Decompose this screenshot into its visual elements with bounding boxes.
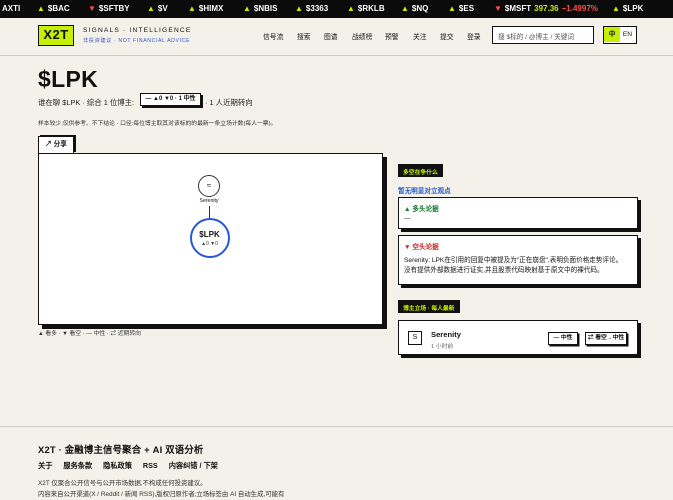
summary-text: 谁在聊 $LPK · 综合 1 位博主:: [38, 98, 135, 107]
ticker-price: 397.36: [534, 4, 559, 13]
footer-title: X2T · 金融博主信号聚合 + AI 双语分析: [38, 444, 204, 455]
lang-en-button[interactable]: EN: [620, 27, 635, 42]
nav-item-follow[interactable]: 关注: [413, 31, 427, 41]
bear-case-title: ▼ 空头论据: [404, 244, 439, 251]
tagline: SIGNALS · INTELLIGENCE: [83, 27, 192, 34]
blogger-node-icon[interactable]: ≈: [198, 175, 220, 197]
ticker-item[interactable]: ▲ $V: [147, 4, 168, 13]
debate-section-label: 多空在争什么: [398, 164, 443, 177]
bull-case-title: ▲ 多头论据: [404, 206, 439, 213]
up-arrow-icon: ▲: [612, 4, 620, 13]
footer-link-privacy[interactable]: 隐私政策: [103, 461, 132, 470]
ticker-item[interactable]: ▼ $SFTBY: [88, 4, 130, 13]
shift-count-text: · 1 人近期转向: [205, 98, 253, 107]
ticker-node-label: $LPK: [199, 230, 220, 239]
bear-case-line: 没有提供外部数据进行证实,并且股票代码映射基于原文中的裸代码。: [404, 266, 604, 274]
up-arrow-icon: ▲: [243, 4, 251, 13]
site-footer: X2T · 金融博主信号聚合 + AI 双语分析 关于 服务条款 隐私政策 RS…: [0, 426, 673, 500]
search-input[interactable]: 搜 $标的 / @博主 / 关键词: [492, 26, 594, 44]
logo[interactable]: X2T: [38, 25, 74, 46]
stance-badge: — 中性: [548, 332, 578, 345]
nav-item-search[interactable]: 搜索: [297, 31, 311, 41]
ticker-item[interactable]: ▲ $HIMX: [188, 4, 223, 13]
blogger-node-label: Serenity: [199, 198, 219, 204]
stance-shift-badge: ⇄ 看空→中性: [585, 332, 627, 345]
bear-case-line: Serenity: LPK在引用的回复中被提及为"正在崩盘",表明负面价格走势评…: [404, 257, 623, 264]
up-arrow-icon: ▲: [401, 4, 409, 13]
site-header: X2T SIGNALS · INTELLIGENCE 非投资建议 · NOT F…: [0, 18, 673, 56]
relationship-graph[interactable]: ≈ Serenity $LPK ▲0 ▼0: [38, 153, 383, 325]
footer-link-terms[interactable]: 服务条款: [63, 461, 92, 470]
bull-case-text: —: [404, 215, 411, 222]
avatar: S: [408, 331, 422, 345]
bull-case-card: ▲ 多头论据 —: [398, 197, 638, 229]
no-opposition-link[interactable]: 暂无明显对立观点: [398, 185, 451, 195]
bear-case-card: ▼ 空头论据 Serenity: LPK在引用的回复中被提及为"正在崩盘",表明…: [398, 235, 638, 285]
footer-link-rss[interactable]: RSS: [143, 461, 158, 470]
ticker-item[interactable]: ▲ $BAC: [37, 4, 70, 13]
ticker-item[interactable]: ▲ $LPK: [612, 4, 643, 13]
up-arrow-icon: ▲: [147, 4, 155, 13]
nav-item-signals[interactable]: 信号流: [263, 31, 283, 41]
graph-legend: ▲ 看多 · ▼ 看空 · — 中性 · ⇄ 近期转向: [38, 331, 141, 337]
bear-case-text: Serenity: LPK在引用的回复中被提及为"正在崩盘",表明负面价格走势评…: [404, 256, 632, 275]
up-arrow-icon: ▲: [295, 4, 303, 13]
ticker-item[interactable]: ▲ $ES: [448, 4, 474, 13]
nav-item-submit[interactable]: 提交: [440, 31, 454, 41]
up-arrow-icon: ▲: [188, 4, 196, 13]
stance-summary-badge: — ▲0 ▼0 · 1 中性: [140, 93, 201, 106]
nav-item-alerts[interactable]: 预警: [385, 31, 399, 41]
footer-disclaimer: X2T 仅聚合公开信号与公开市场数据,不构成任何投资建议。: [38, 480, 207, 487]
up-arrow-icon: ▲: [37, 4, 45, 13]
lang-zh-button[interactable]: 中: [604, 27, 620, 42]
ticker-item[interactable]: ▼ $MSFT 397.36 −1.4997%: [494, 4, 598, 13]
blogger-stance-row[interactable]: S Serenity 1 小时前 — 中性 ⇄ 看空→中性: [398, 320, 638, 355]
footer-links: 关于 服务条款 隐私政策 RSS 内容纠错 / 下架: [38, 461, 227, 471]
ticker-node-counts: ▲0 ▼0: [201, 241, 218, 247]
nav-item-graph[interactable]: 图谱: [324, 31, 338, 41]
header-disclaimer: 非投资建议 · NOT FINANCIAL ADVICE: [83, 38, 191, 44]
page-title: $LPK: [38, 66, 98, 92]
blogger-name[interactable]: Serenity: [431, 330, 461, 339]
down-arrow-icon: ▼: [494, 4, 502, 13]
footer-link-about[interactable]: 关于: [38, 461, 52, 470]
ticker-node[interactable]: $LPK ▲0 ▼0: [190, 218, 230, 258]
methodology-note: 样本较少,仅供参考、不下结论 · 口径:每位博主取其对该标的的最新一条立场计数(…: [38, 121, 277, 127]
share-button[interactable]: ↗ 分享: [38, 136, 74, 153]
stance-section-label: 博主立场 · 每人最新: [398, 300, 460, 313]
footer-link-takedown[interactable]: 内容纠错 / 下架: [169, 461, 218, 470]
down-arrow-icon: ▼: [88, 4, 96, 13]
ticker-item[interactable]: ▲ $NBIS: [243, 4, 277, 13]
up-arrow-icon: ▲: [347, 4, 355, 13]
language-toggle: 中 EN: [603, 26, 637, 44]
ticker-item[interactable]: AXTI: [2, 4, 20, 13]
footer-source-note: 内容来自公开渠道(X / Reddit / 新闻 RSS),版权归原作者;立场标…: [38, 491, 285, 498]
ticker-item[interactable]: ▲ $RKLB: [347, 4, 385, 13]
nav-item-login[interactable]: 登录: [467, 31, 481, 41]
ticker-change: −1.4997%: [561, 4, 598, 13]
up-arrow-icon: ▲: [448, 4, 456, 13]
nav-item-leaderboard[interactable]: 战绩榜: [352, 31, 372, 41]
ticker-item[interactable]: ▲ $NQ: [401, 4, 428, 13]
timestamp: 1 小时前: [431, 344, 454, 350]
graph-edge: [208, 206, 210, 218]
ticker-bar: AXTI ▲ $BAC ▼ $SFTBY ▲ $V ▲ $HIMX ▲ $NBIS ▲ $3…: [0, 0, 673, 18]
ticker-item[interactable]: ▲ $3363: [295, 4, 328, 13]
